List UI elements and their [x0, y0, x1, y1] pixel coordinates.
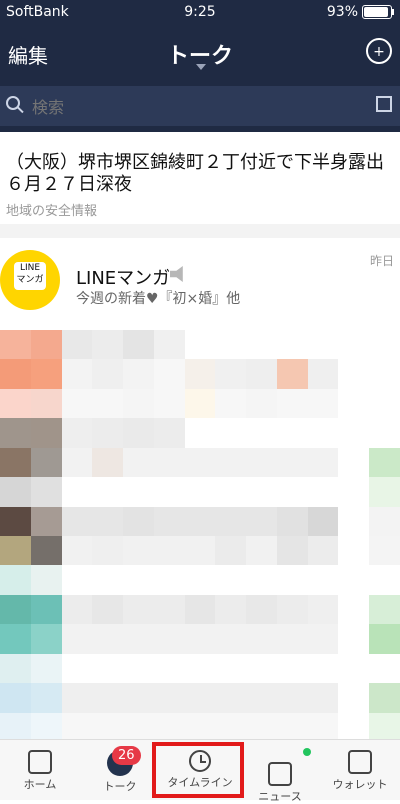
battery-indicator: 93%: [326, 4, 394, 20]
qr-scan-icon[interactable]: [376, 96, 392, 112]
tab-home-label: ホーム: [23, 778, 57, 791]
news-notification-dot: [303, 748, 311, 756]
status-bar: SoftBank 9:25 93%: [0, 0, 400, 26]
app-header: SoftBank 9:25 93% 編集 トーク +: [0, 0, 400, 132]
timeline-highlight-box: [152, 742, 244, 798]
battery-icon: [362, 5, 394, 19]
news-item[interactable]: （大阪）堺市堺区錦綾町２丁付近で下半身露出 ６月２７日深夜 地域の安全情報: [0, 140, 400, 222]
search-bar[interactable]: [0, 86, 400, 126]
battery-percent: 93%: [326, 4, 358, 20]
tab-wallet[interactable]: ウォレット: [320, 740, 400, 800]
nav-row: 編集 トーク +: [0, 28, 400, 80]
line-manga-logo-icon: LINE マンガ: [14, 262, 46, 290]
mute-icon: [170, 266, 183, 282]
chat-row-line-manga[interactable]: LINE マンガ LINEマンガ 今週の新着♥『初×婚』他 昨日: [0, 238, 400, 324]
talk-unread-badge: 26: [112, 746, 141, 765]
tab-talk-label: トーク: [103, 780, 137, 793]
blurred-chat-list: [0, 330, 400, 742]
news-icon: [268, 762, 292, 786]
chat-name: LINEマンガ: [76, 268, 171, 289]
tab-news-label: ニュース: [258, 790, 302, 803]
avatar: LINE マンガ: [0, 250, 60, 310]
wallet-icon: [348, 750, 372, 774]
bottom-tab-bar: ホーム トーク 26 タイムライン ニュース ウォレット: [0, 739, 400, 803]
tab-home[interactable]: ホーム: [0, 740, 80, 800]
news-source: 地域の安全情報: [6, 204, 98, 219]
tab-wallet-label: ウォレット: [332, 778, 388, 791]
search-input[interactable]: [30, 94, 354, 120]
chat-preview: 今週の新着♥『初×婚』他: [76, 291, 241, 307]
chat-time: 昨日: [369, 254, 394, 268]
new-chat-icon[interactable]: +: [366, 38, 392, 64]
section-divider: [0, 224, 400, 238]
search-icon: [6, 96, 20, 110]
title-dropdown-icon[interactable]: [196, 64, 206, 70]
news-title: （大阪）堺市堺区錦綾町２丁付近で下半身露出 ６月２７日深夜: [6, 152, 400, 195]
home-icon: [28, 750, 52, 774]
